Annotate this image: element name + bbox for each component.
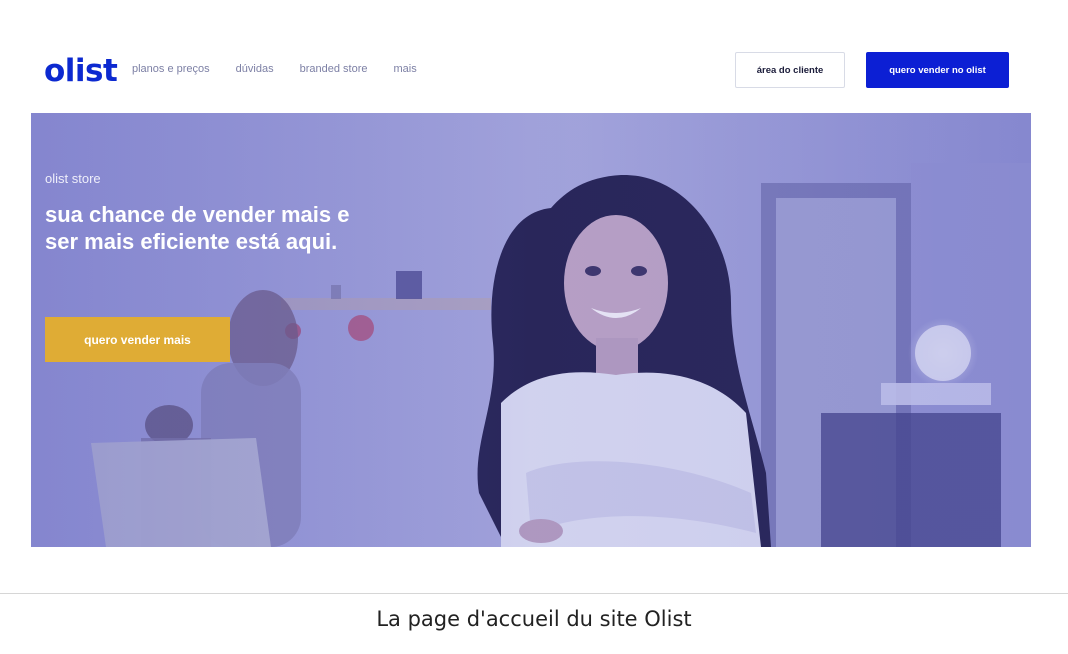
nav-item-planos[interactable]: planos e preços: [132, 63, 210, 75]
nav-item-mais[interactable]: mais: [393, 63, 416, 75]
sell-more-button[interactable]: quero vender mais: [45, 317, 230, 362]
client-area-button[interactable]: área do cliente: [735, 52, 845, 88]
nav-item-branded-store[interactable]: branded store: [300, 63, 368, 75]
caption-divider: [0, 593, 1068, 594]
hero-eyebrow: olist store: [45, 171, 101, 186]
hero-title: sua chance de vender mais e ser mais efi…: [45, 202, 350, 254]
image-caption: La page d'accueil du site Olist: [376, 607, 692, 631]
nav-item-duvidas[interactable]: dúvidas: [236, 63, 274, 75]
main-nav: planos e preços dúvidas branded store ma…: [132, 63, 443, 75]
sell-on-olist-button[interactable]: quero vender no olist: [866, 52, 1009, 88]
hero-banner: olist store sua chance de vender mais e …: [31, 113, 1031, 547]
site-header: olist planos e preços dúvidas branded st…: [0, 0, 1068, 112]
olist-logo[interactable]: olist: [44, 53, 118, 89]
